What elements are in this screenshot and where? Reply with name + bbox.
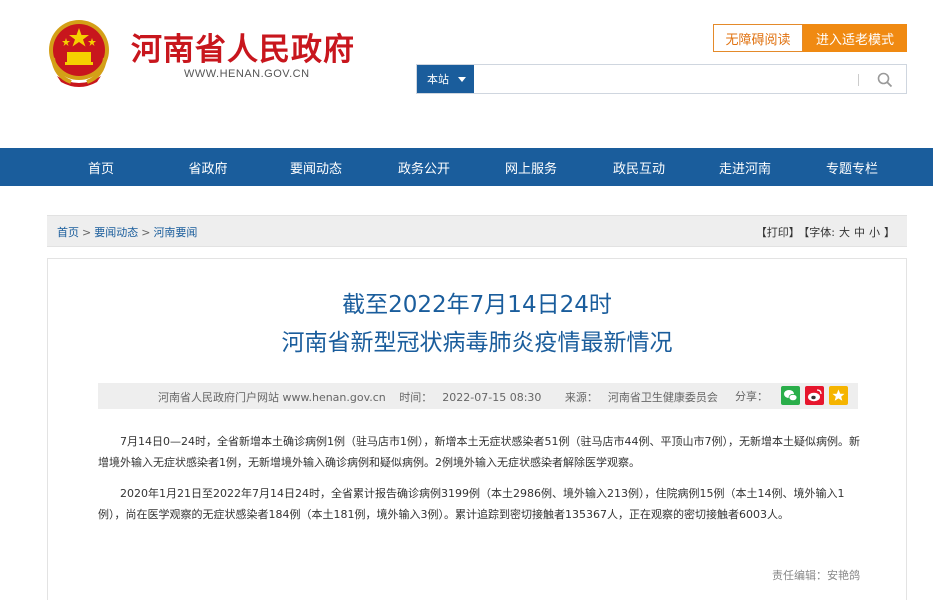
meta-source-label: 来源： bbox=[564, 391, 598, 404]
main-nav: 首页 省政府 要闻动态 政务公开 网上服务 政民互动 走进河南 专题专栏 bbox=[0, 148, 933, 186]
meta-time: 2022-07-15 08:30 bbox=[442, 391, 542, 404]
article: 截至2022年7月14日24时 河南省新型冠状病毒肺炎疫情最新情况 河南省人民政… bbox=[47, 258, 907, 600]
article-paragraph: 2020年1月21日至2022年7月14日24时，全省累计报告确诊病例3199例… bbox=[98, 487, 845, 521]
breadcrumb: 首页 > 要闻动态 > 河南要闻 bbox=[57, 224, 197, 240]
responsible-editor: 责任编辑：安艳鸽 bbox=[772, 569, 860, 582]
article-tools: 【打印】 【字体: 大中小】 bbox=[752, 224, 895, 240]
nav-item-services[interactable]: 网上服务 bbox=[476, 148, 586, 186]
site-header: 河南省人民政府 WWW.HENAN.GOV.CN 无障碍阅读 进入适老模式 本站 bbox=[0, 0, 933, 148]
search-input[interactable] bbox=[477, 67, 857, 91]
site-title[interactable]: 河南省人民政府 bbox=[131, 24, 355, 69]
nav-item-government[interactable]: 省政府 bbox=[153, 148, 263, 186]
meta-text: 河南省人民政府门户网站 www.henan.gov.cn 时间： 2022-07-… bbox=[158, 389, 738, 405]
article-meta: 河南省人民政府门户网站 www.henan.gov.cn 时间： 2022-07-… bbox=[98, 383, 858, 409]
breadcrumb-henan-news[interactable]: 河南要闻 bbox=[153, 226, 197, 239]
favorite-icon[interactable] bbox=[829, 386, 848, 405]
accessibility-button[interactable]: 无障碍阅读 bbox=[713, 24, 803, 52]
article-body: 7月14日0—24时，全省新增本土确诊病例1例（驻马店市1例），新增本土无症状感… bbox=[98, 431, 868, 535]
meta-site: 河南省人民政府门户网站 www.henan.gov.cn bbox=[158, 391, 386, 404]
meta-source: 河南省卫生健康委员会 bbox=[607, 391, 718, 404]
search-icon[interactable] bbox=[876, 71, 894, 89]
search-bar: 本站 bbox=[416, 64, 907, 94]
font-large-button[interactable]: 大 bbox=[839, 226, 850, 239]
elder-mode-button[interactable]: 进入适老模式 bbox=[803, 24, 907, 52]
share-label: 分享： bbox=[735, 389, 768, 403]
font-medium-button[interactable]: 中 bbox=[854, 226, 865, 239]
meta-time-label: 时间： bbox=[399, 391, 433, 404]
nav-item-affairs[interactable]: 政务公开 bbox=[369, 148, 479, 186]
site-url: WWW.HENAN.GOV.CN bbox=[184, 68, 310, 80]
breadcrumb-home[interactable]: 首页 bbox=[57, 226, 79, 239]
wechat-icon[interactable] bbox=[781, 386, 800, 405]
font-size-close: 】 bbox=[884, 226, 895, 239]
nav-item-home[interactable]: 首页 bbox=[46, 148, 156, 186]
nav-item-interaction[interactable]: 政民互动 bbox=[584, 148, 694, 186]
caret-down-icon bbox=[458, 77, 466, 82]
article-title-line2: 河南省新型冠状病毒肺炎疫情最新情况 bbox=[281, 330, 673, 356]
breadcrumb-bar: 首页 > 要闻动态 > 河南要闻 【打印】 【字体: 大中小】 bbox=[47, 215, 907, 247]
nav-item-topics[interactable]: 专题专栏 bbox=[797, 148, 907, 186]
national-emblem-icon bbox=[49, 20, 109, 87]
search-scope-select[interactable]: 本站 bbox=[417, 65, 474, 93]
article-title-line1: 截至2022年7月14日24时 bbox=[342, 292, 612, 318]
article-paragraph: 7月14日0—24时，全省新增本土确诊病例1例（驻马店市1例），新增本土无症状感… bbox=[98, 435, 860, 469]
nav-item-news[interactable]: 要闻动态 bbox=[261, 148, 371, 186]
font-size-label: 【字体: bbox=[803, 226, 835, 239]
breadcrumb-separator: > bbox=[141, 226, 151, 239]
font-small-button[interactable]: 小 bbox=[869, 226, 880, 239]
search-divider bbox=[858, 74, 859, 86]
share-bar: 分享： bbox=[735, 386, 848, 405]
breadcrumb-news[interactable]: 要闻动态 bbox=[94, 226, 138, 239]
breadcrumb-separator: > bbox=[82, 226, 92, 239]
weibo-icon[interactable] bbox=[805, 386, 824, 405]
search-scope-label: 本站 bbox=[427, 73, 449, 86]
nav-item-about-henan[interactable]: 走进河南 bbox=[690, 148, 800, 186]
print-button[interactable]: 【打印】 bbox=[756, 226, 800, 239]
